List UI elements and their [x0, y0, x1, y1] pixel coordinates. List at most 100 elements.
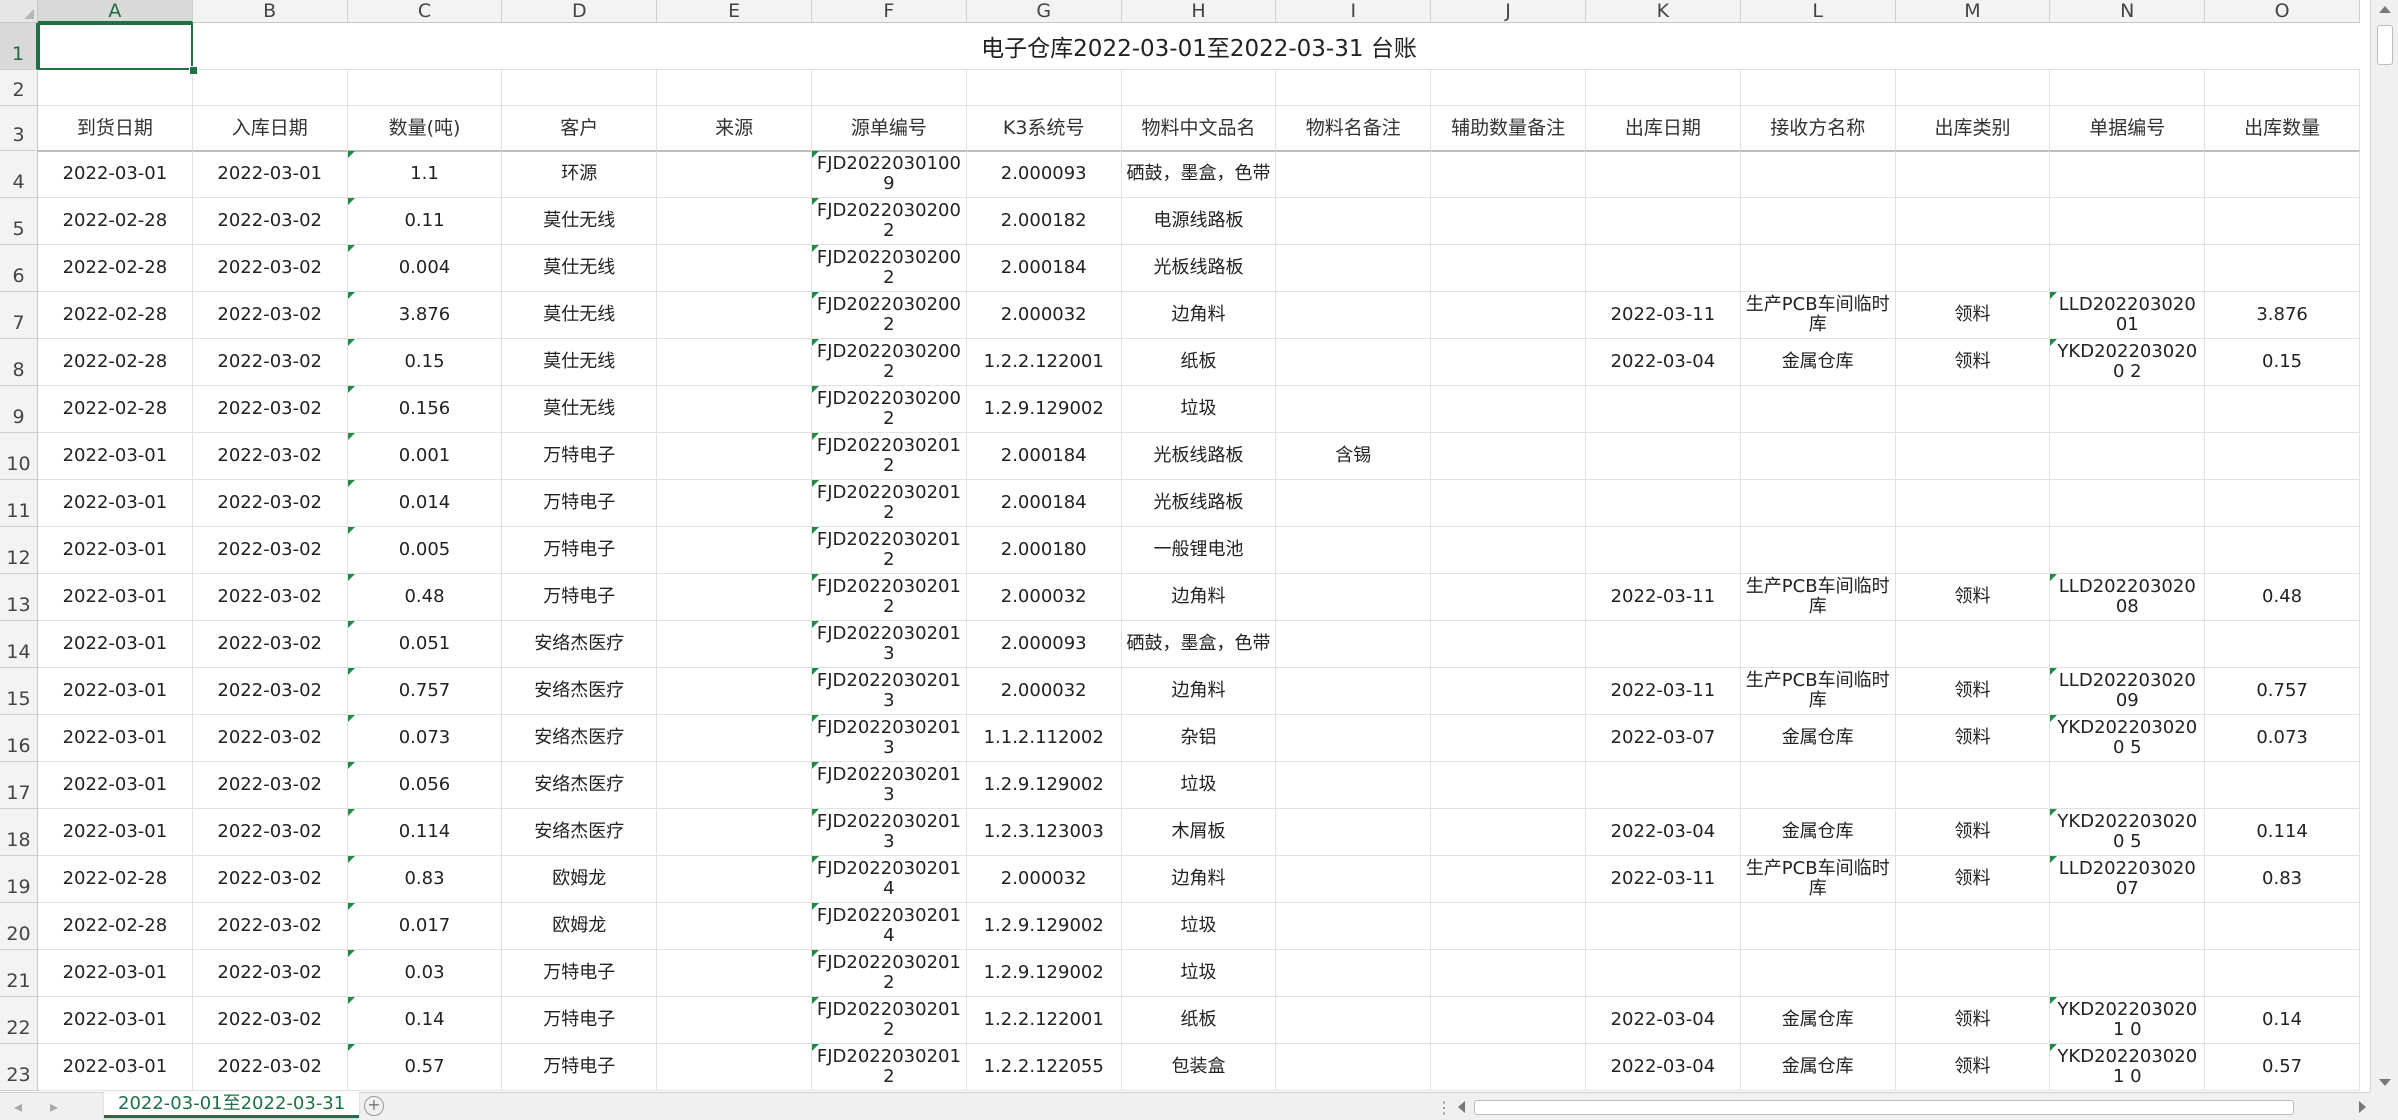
table-cell[interactable]: 0.005 — [347, 527, 503, 574]
table-cell[interactable]: 硒鼓，墨盒，色带 — [1121, 621, 1277, 668]
cell-j2[interactable] — [1431, 70, 1586, 106]
table-cell[interactable]: FJD20220302002 — [812, 292, 967, 339]
table-cell[interactable]: 安络杰医疗 — [502, 762, 658, 809]
table-cell[interactable] — [1586, 903, 1741, 950]
table-cell[interactable] — [1276, 997, 1432, 1044]
column-title-k[interactable]: 出库日期 — [1586, 106, 1741, 151]
table-cell[interactable] — [657, 903, 812, 950]
row-header-21[interactable]: 21 — [0, 950, 38, 997]
table-cell[interactable]: 1.2.2.122055 — [966, 1044, 1122, 1091]
cell-c2[interactable] — [347, 70, 503, 106]
table-cell[interactable]: 0.14 — [2205, 997, 2360, 1044]
table-cell[interactable]: 垃圾 — [1121, 386, 1277, 433]
row-header-18[interactable]: 18 — [0, 809, 38, 856]
table-cell[interactable]: 2022-03-02 — [192, 903, 348, 950]
table-cell[interactable] — [2050, 386, 2206, 433]
table-cell[interactable]: 生产PCB车间临时库 — [1740, 292, 1896, 339]
cell-f2[interactable] — [812, 70, 967, 106]
table-cell[interactable] — [1740, 527, 1896, 574]
table-cell[interactable]: 金属仓库 — [1740, 809, 1896, 856]
table-cell[interactable]: 一般锂电池 — [1121, 527, 1277, 574]
table-cell[interactable] — [1895, 950, 2051, 997]
table-cell[interactable]: 木屑板 — [1121, 809, 1277, 856]
table-cell[interactable] — [657, 809, 812, 856]
scroll-up-icon[interactable] — [2379, 6, 2391, 13]
table-cell[interactable] — [1276, 668, 1432, 715]
column-title-h[interactable]: 物料中文品名 — [1121, 106, 1277, 151]
table-cell[interactable]: 光板线路板 — [1121, 480, 1277, 527]
table-cell[interactable]: 2022-02-28 — [38, 903, 193, 950]
table-cell[interactable]: 2.000032 — [966, 668, 1122, 715]
tab-next-icon[interactable]: ▸ — [50, 1097, 58, 1116]
table-cell[interactable]: 2022-03-11 — [1586, 292, 1741, 339]
row-header-4[interactable]: 4 — [0, 151, 38, 198]
table-cell[interactable]: 0.056 — [347, 762, 503, 809]
table-cell[interactable]: 2022-02-28 — [38, 339, 193, 386]
table-cell[interactable]: 垃圾 — [1121, 903, 1277, 950]
table-cell[interactable]: 1.2.2.122001 — [966, 339, 1122, 386]
table-cell[interactable]: 0.83 — [347, 856, 503, 903]
table-cell[interactable] — [2205, 433, 2360, 480]
table-cell[interactable]: 莫仕无线 — [502, 292, 658, 339]
table-cell[interactable]: 万特电子 — [502, 527, 658, 574]
table-cell[interactable]: 安络杰医疗 — [502, 809, 658, 856]
cell-l2[interactable] — [1740, 70, 1896, 106]
row-header-14[interactable]: 14 — [0, 621, 38, 668]
table-cell[interactable]: 万特电子 — [502, 433, 658, 480]
scroll-down-icon[interactable] — [2379, 1079, 2391, 1086]
table-cell[interactable]: 2.000180 — [966, 527, 1122, 574]
table-cell[interactable]: 2022-03-02 — [192, 809, 348, 856]
table-cell[interactable]: FJD20220302013 — [812, 621, 967, 668]
column-header-a[interactable]: A — [38, 0, 193, 23]
table-cell[interactable]: YKD2022030200 5 — [2050, 809, 2206, 856]
table-cell[interactable] — [1895, 621, 2051, 668]
cell-a2[interactable] — [38, 70, 193, 106]
select-all-icon[interactable] — [24, 9, 34, 19]
table-cell[interactable] — [657, 527, 812, 574]
table-cell[interactable]: 莫仕无线 — [502, 339, 658, 386]
column-title-n[interactable]: 单据编号 — [2050, 106, 2206, 151]
table-cell[interactable] — [2050, 245, 2206, 292]
table-cell[interactable] — [1895, 903, 2051, 950]
column-title-d[interactable]: 客户 — [502, 106, 658, 151]
table-cell[interactable]: 2.000093 — [966, 621, 1122, 668]
table-cell[interactable] — [657, 339, 812, 386]
table-cell[interactable]: 0.073 — [2205, 715, 2360, 762]
table-cell[interactable]: 2.000184 — [966, 433, 1122, 480]
table-cell[interactable]: 1.2.9.129002 — [966, 762, 1122, 809]
row-header-5[interactable]: 5 — [0, 198, 38, 245]
table-cell[interactable] — [1431, 621, 1586, 668]
table-cell[interactable]: 边角料 — [1121, 856, 1277, 903]
table-cell[interactable]: 2022-03-01 — [38, 950, 193, 997]
column-title-f[interactable]: 源单编号 — [812, 106, 967, 151]
table-cell[interactable]: FJD20220302013 — [812, 715, 967, 762]
table-cell[interactable] — [1431, 574, 1586, 621]
table-cell[interactable] — [1276, 292, 1432, 339]
table-cell[interactable]: LLD20220302008 — [2050, 574, 2206, 621]
table-cell[interactable]: 0.57 — [347, 1044, 503, 1091]
table-cell[interactable]: 3.876 — [2205, 292, 2360, 339]
table-cell[interactable]: FJD20220301009 — [812, 151, 967, 198]
table-cell[interactable]: 2022-03-02 — [192, 292, 348, 339]
column-title-b[interactable]: 入库日期 — [192, 106, 348, 151]
table-cell[interactable]: 0.14 — [347, 997, 503, 1044]
select-all-corner[interactable] — [0, 0, 38, 23]
table-cell[interactable] — [1431, 480, 1586, 527]
column-title-c[interactable]: 数量(吨) — [347, 106, 503, 151]
table-cell[interactable]: 2022-03-02 — [192, 856, 348, 903]
table-cell[interactable]: 0.15 — [347, 339, 503, 386]
table-cell[interactable] — [2205, 762, 2360, 809]
table-cell[interactable] — [2205, 198, 2360, 245]
table-cell[interactable] — [657, 621, 812, 668]
table-cell[interactable] — [1431, 856, 1586, 903]
table-cell[interactable]: FJD20220302014 — [812, 856, 967, 903]
table-cell[interactable]: 2.000184 — [966, 480, 1122, 527]
table-cell[interactable] — [657, 950, 812, 997]
column-header-h[interactable]: H — [1121, 0, 1277, 23]
table-cell[interactable]: 2.000032 — [966, 856, 1122, 903]
row-header-3[interactable]: 3 — [0, 106, 38, 151]
table-cell[interactable] — [1431, 245, 1586, 292]
table-cell[interactable]: 2022-02-28 — [38, 292, 193, 339]
table-cell[interactable]: FJD20220302002 — [812, 339, 967, 386]
table-cell[interactable]: 2022-03-11 — [1586, 574, 1741, 621]
